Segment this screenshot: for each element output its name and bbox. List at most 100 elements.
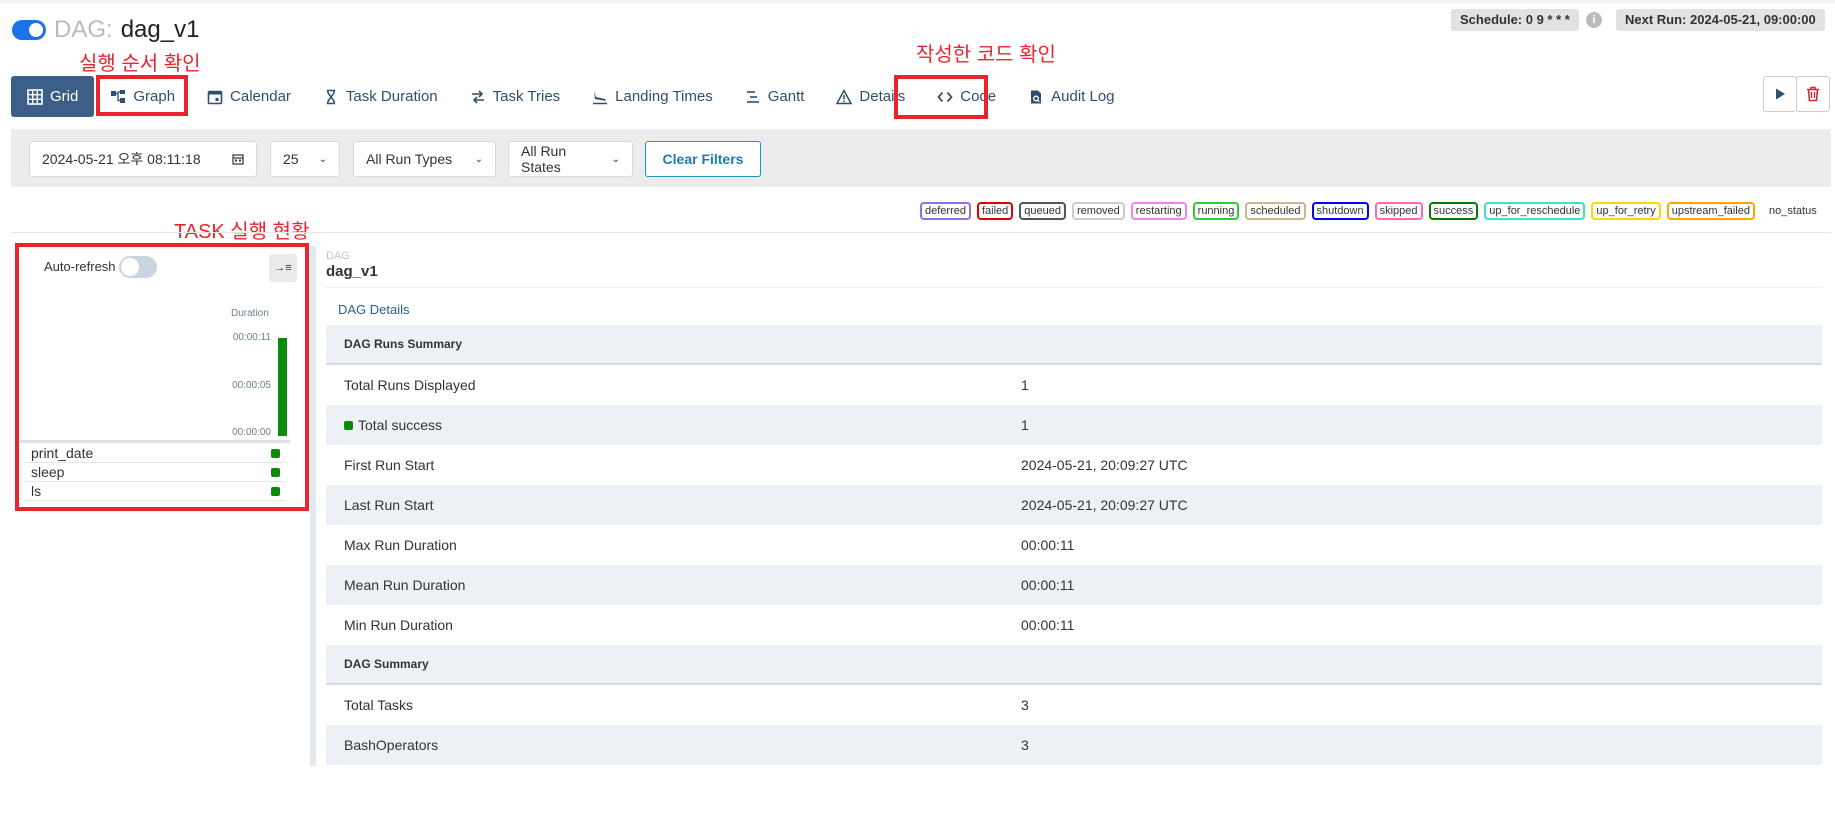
task-name: print_date [31, 445, 94, 461]
tab-landing-times[interactable]: Landing Times [576, 76, 729, 117]
duration-label: Duration [231, 308, 269, 319]
base-date-value: 2024-05-21 오후 08:11:18 [42, 151, 201, 167]
row-label-text: BashOperators [344, 737, 439, 753]
trigger-dag-button[interactable] [1763, 76, 1797, 112]
tab-gantt-label: Gantt [767, 88, 805, 105]
row-value: 00:00:11 [1021, 617, 1075, 633]
annotation-task: TASK 실행 현황 [174, 221, 310, 243]
clear-filters-button[interactable]: Clear Filters [645, 141, 761, 177]
grid-axis [20, 440, 290, 443]
legend-upstream-failed[interactable]: upstream_failed [1666, 202, 1755, 220]
tab-grid[interactable]: Grid [11, 76, 95, 117]
calendar-icon [207, 89, 223, 105]
play-icon [1776, 88, 1785, 100]
dag-details-table: DAG Runs Summary Total Runs Displayed 1 Tot… [326, 325, 1822, 765]
section-header: DAG Runs Summary [326, 325, 1822, 365]
base-date-picker[interactable]: 2024-05-21 오후 08:11:18 [29, 141, 257, 177]
row-label-text: Min Run Duration [344, 617, 453, 633]
row-value: 3 [1021, 737, 1029, 753]
run-state-value: All Run States [521, 143, 567, 175]
table-row: Max Run Duration 00:00:11 [326, 525, 1822, 565]
delete-dag-button[interactable] [1796, 76, 1830, 112]
table-row: Total Tasks 3 [326, 685, 1822, 725]
tab-grid-label: Grid [50, 88, 79, 105]
row-label-text: Max Run Duration [344, 537, 457, 553]
info-icon[interactable]: i [1586, 12, 1602, 28]
tab-task-tries[interactable]: Task Tries [454, 76, 577, 117]
legend-up-for-retry[interactable]: up_for_retry [1591, 202, 1661, 220]
row-label-text: Last Run Start [344, 497, 434, 513]
dag-pause-toggle[interactable] [12, 20, 46, 40]
table-row: Min Run Duration 00:00:11 [326, 605, 1822, 645]
legend-success[interactable]: success [1428, 202, 1479, 220]
task-instance-success[interactable] [271, 449, 280, 458]
tab-task-duration[interactable]: Task Duration [307, 76, 454, 117]
legend-no-status[interactable]: no_status [1761, 204, 1825, 218]
legend-skipped[interactable]: skipped [1374, 202, 1423, 220]
row-label: DAG Runs Summary [344, 337, 462, 351]
section-header: DAG Summary [326, 645, 1822, 685]
legend-failed[interactable]: failed [976, 202, 1014, 220]
tab-task-tries-label: Task Tries [492, 88, 561, 105]
row-label: Total Runs Displayed [344, 377, 476, 393]
legend-deferred[interactable]: deferred [920, 202, 971, 220]
schedule-badge: Schedule: 0 9 * * * [1451, 9, 1579, 31]
legend-scheduled[interactable]: scheduled [1245, 202, 1306, 220]
row-value: 1 [1021, 377, 1029, 393]
success-square-icon [344, 420, 353, 430]
row-label-text: Mean Run Duration [344, 577, 466, 593]
highlight-graph [96, 75, 188, 116]
dag-details-link[interactable]: DAG Details [338, 302, 410, 317]
breadcrumb-label: DAG [326, 250, 350, 262]
row-label-text: Total Runs Displayed [344, 377, 476, 393]
task-instance-success[interactable] [271, 468, 280, 477]
grid-icon [27, 88, 43, 105]
grid-panel: Auto-refresh →≡ Duration 00:00:11 00:00:… [20, 246, 302, 508]
retry-icon [470, 89, 486, 105]
collapse-button[interactable]: →≡ [269, 254, 297, 282]
legend-separator [11, 232, 1831, 233]
num-runs-select[interactable]: 25 ⌄ [270, 141, 340, 177]
row-label-text: DAG Runs Summary [344, 337, 463, 351]
breadcrumb-dag[interactable]: dag_v1 [326, 263, 378, 280]
run-type-select[interactable]: All Run Types ⌄ [353, 141, 496, 177]
run-type-value: All Run Types [366, 151, 453, 167]
task-row-print-date[interactable]: print_date [24, 444, 286, 463]
breadcrumb-separator [326, 287, 1822, 288]
row-label: BashOperators [344, 737, 438, 753]
auto-refresh-toggle[interactable] [119, 256, 157, 278]
row-label-text: DAG Summary [344, 657, 429, 671]
legend-queued[interactable]: queued [1019, 202, 1066, 220]
chevron-down-icon: ⌄ [611, 153, 620, 165]
dag-id: dag_v1 [120, 16, 200, 43]
legend-up-for-reschedule[interactable]: up_for_reschedule [1484, 202, 1586, 220]
filter-bar: 2024-05-21 오후 08:11:18 25 ⌄ All Run Type… [11, 129, 1831, 187]
auto-refresh-label: Auto-refresh [44, 259, 116, 274]
legend-removed[interactable]: removed [1072, 202, 1125, 220]
run-state-select[interactable]: All Run States ⌄ [508, 141, 633, 177]
gantt-icon [745, 89, 761, 105]
task-instance-success[interactable] [271, 487, 280, 496]
task-row-sleep[interactable]: sleep [24, 463, 286, 482]
panel-resize-handle[interactable] [310, 246, 316, 766]
row-label: Min Run Duration [344, 617, 453, 633]
state-legend: deferred failed queued removed restarting run… [920, 202, 1825, 220]
task-name: sleep [31, 464, 65, 480]
row-label: First Run Start [344, 457, 434, 473]
legend-running[interactable]: running [1192, 202, 1240, 220]
table-row: Mean Run Duration 00:00:11 [326, 565, 1822, 605]
tab-audit-log[interactable]: Audit Log [1012, 76, 1130, 117]
tab-calendar[interactable]: Calendar [191, 76, 307, 117]
run-duration-bar[interactable] [278, 338, 287, 436]
task-row-ls[interactable]: ls [24, 482, 286, 501]
legend-restarting[interactable]: restarting [1130, 202, 1187, 220]
duration-tick-min: 00:00:00 [232, 427, 271, 438]
tab-gantt[interactable]: Gantt [729, 76, 821, 117]
row-label: Max Run Duration [344, 537, 457, 553]
next-run-badge: Next Run: 2024-05-21, 09:00:00 [1616, 9, 1825, 31]
airflow-dag-page: DAG: dag_v1 Schedule: 0 9 * * * i Next R… [0, 0, 1835, 833]
dag-label: DAG: [54, 16, 113, 43]
legend-shutdown[interactable]: shutdown [1311, 202, 1369, 220]
row-label: Mean Run Duration [344, 577, 465, 593]
annotation-graph: 실행 순서 확인 [79, 53, 201, 75]
